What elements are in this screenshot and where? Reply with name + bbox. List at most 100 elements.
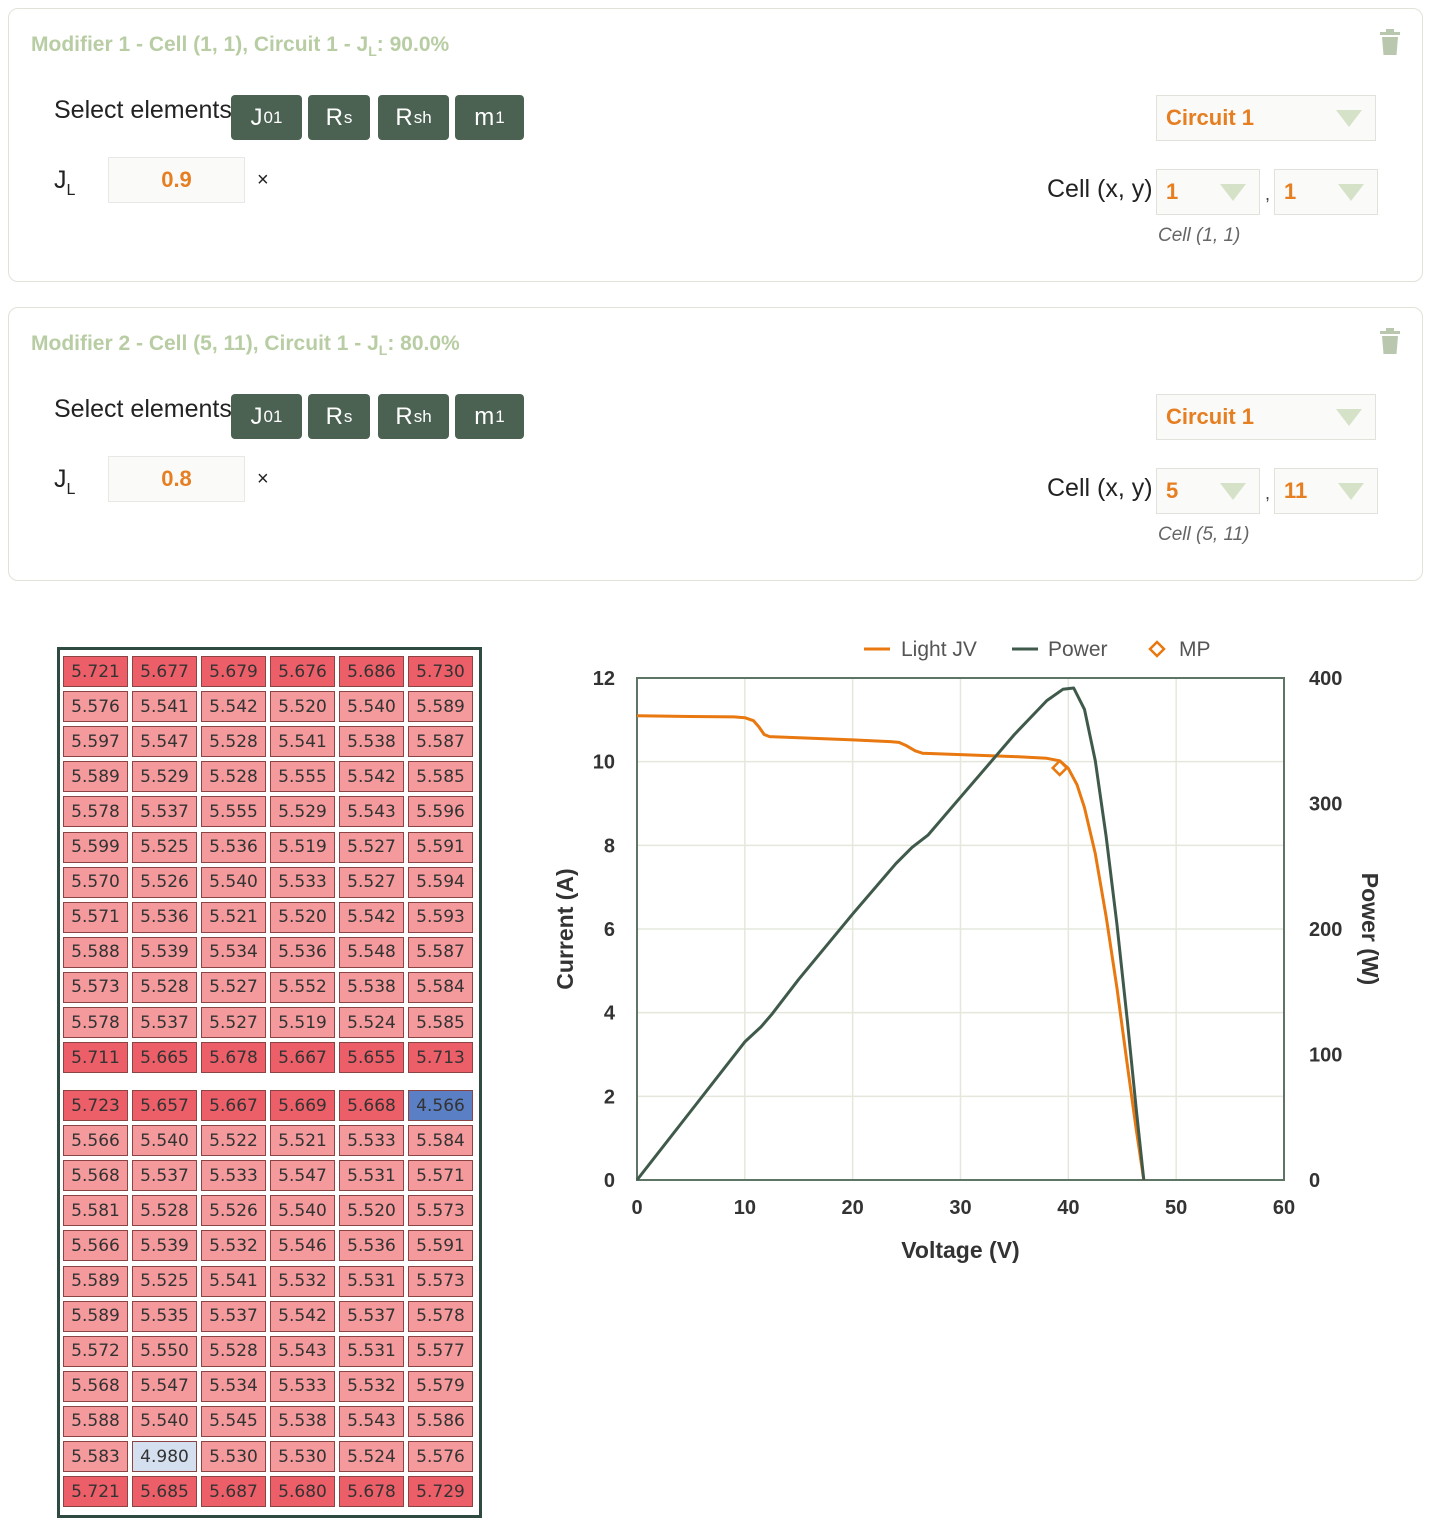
grid-cell: 5.729 <box>408 1476 473 1508</box>
grid-cell: 5.677 <box>132 656 197 687</box>
grid-cell: 5.593 <box>408 901 473 933</box>
grid-cell: 5.547 <box>132 1370 197 1402</box>
jl-value-input[interactable]: 0.9 <box>108 157 245 203</box>
grid-cell: 5.537 <box>132 1160 197 1192</box>
grid-cell: 5.527 <box>339 866 404 898</box>
grid-cell: 5.540 <box>201 866 266 898</box>
cell-current-grid: 5.721 5.677 5.679 5.676 5.686 5.730 5.576 5.541… <box>57 647 482 1518</box>
grid-cell: 5.537 <box>132 796 197 828</box>
chevron-down-icon <box>1336 110 1362 127</box>
grid-cell: 5.533 <box>339 1125 404 1157</box>
grid-cell: 5.533 <box>201 1160 266 1192</box>
mp-marker <box>1050 759 1069 777</box>
grid-cell: 5.685 <box>132 1476 197 1508</box>
grid-cell: 5.581 <box>63 1195 128 1227</box>
grid-cell: 5.599 <box>63 831 128 863</box>
y-tick-label: 10 <box>593 752 615 774</box>
grid-cell: 5.533 <box>270 866 335 898</box>
grid-cell: 5.532 <box>201 1230 266 1262</box>
modifier-panel: Modifier 1 - Cell (1, 1), Circuit 1 - JL… <box>8 8 1423 282</box>
trash-icon[interactable] <box>1380 328 1400 354</box>
grid-cell: 5.524 <box>339 1441 404 1472</box>
x-tick-label: 10 <box>734 1197 756 1219</box>
element-button[interactable]: J 01 <box>231 394 302 439</box>
legend-label-mp: MP <box>1179 638 1211 661</box>
grid-cell: 5.529 <box>132 761 197 793</box>
grid-cell: 5.552 <box>270 971 335 1003</box>
grid-cell: 5.539 <box>132 1230 197 1262</box>
grid-cell: 5.679 <box>201 656 266 687</box>
grid-cell: 5.589 <box>63 1265 128 1297</box>
grid-cell: 5.568 <box>63 1370 128 1402</box>
grid-cell: 5.526 <box>132 866 197 898</box>
grid-cell: 5.576 <box>408 1441 473 1472</box>
grid-cell: 5.537 <box>132 1007 197 1038</box>
element-button[interactable]: J 01 <box>231 95 302 140</box>
element-button[interactable]: m1 <box>455 95 524 140</box>
grid-cell: 5.585 <box>408 761 473 793</box>
grid-cell: 5.555 <box>270 761 335 793</box>
jl-label: JL <box>54 465 76 498</box>
grid-cell: 5.532 <box>270 1265 335 1297</box>
grid-cell: 5.532 <box>339 1370 404 1402</box>
grid-cell: 5.667 <box>201 1090 266 1121</box>
grid-cell: 5.555 <box>201 796 266 828</box>
grid-cell: 5.531 <box>339 1335 404 1367</box>
cell-hint: Cell (5, 11) <box>1158 524 1250 545</box>
cell-y-select[interactable]: 11 <box>1274 468 1378 514</box>
grid-cell: 5.583 <box>63 1441 128 1472</box>
element-button[interactable]: Rs <box>308 394 370 439</box>
element-button[interactable]: Rsh <box>378 394 449 439</box>
grid-cell: 5.542 <box>270 1300 335 1332</box>
x-tick-label: 60 <box>1273 1197 1295 1219</box>
y-tick-label: 0 <box>604 1170 615 1192</box>
element-button[interactable]: Rsh <box>378 95 449 140</box>
x-tick-label: 20 <box>842 1197 864 1219</box>
grid-cell: 5.573 <box>408 1265 473 1297</box>
trash-icon[interactable] <box>1380 29 1400 55</box>
chevron-down-icon <box>1338 184 1364 201</box>
grid-cell: 5.530 <box>201 1441 266 1472</box>
element-button[interactable]: m1 <box>455 394 524 439</box>
y-tick-label: 2 <box>604 1086 615 1108</box>
grid-cell: 5.578 <box>63 796 128 828</box>
cell-x-select[interactable]: 5 <box>1156 468 1260 514</box>
jl-label: JL <box>54 166 76 199</box>
grid-cell: 5.589 <box>408 691 473 723</box>
grid-cell: 5.572 <box>63 1335 128 1367</box>
grid-cell: 5.528 <box>201 726 266 758</box>
grid-cell: 5.655 <box>339 1042 404 1074</box>
grid-cell: 5.566 <box>63 1230 128 1262</box>
grid-cell: 5.547 <box>132 726 197 758</box>
grid-cell: 5.519 <box>270 831 335 863</box>
grid-cell: 5.534 <box>201 1370 266 1402</box>
grid-cell: 5.526 <box>201 1195 266 1227</box>
circuit-select[interactable]: Circuit 1 <box>1156 394 1376 440</box>
grid-cell: 5.542 <box>201 691 266 723</box>
x-tick-label: 0 <box>631 1197 642 1219</box>
grid-cell: 5.680 <box>270 1476 335 1508</box>
cell-xy-label: Cell (x, y) <box>1047 474 1153 502</box>
grid-cell: 5.525 <box>132 831 197 863</box>
grid-cell: 5.721 <box>63 656 128 687</box>
grid-cell: 5.536 <box>270 936 335 968</box>
grid-cell: 5.591 <box>408 831 473 863</box>
y2-tick-label: 300 <box>1309 794 1342 816</box>
grid-cell: 5.668 <box>339 1090 404 1121</box>
circuit-select[interactable]: Circuit 1 <box>1156 95 1376 141</box>
grid-cell: 5.527 <box>201 971 266 1003</box>
modifier-panel: Modifier 2 - Cell (5, 11), Circuit 1 - J… <box>8 307 1423 581</box>
grid-cell: 5.545 <box>201 1405 266 1437</box>
cell-x-select[interactable]: 1 <box>1156 169 1260 215</box>
jl-value-input[interactable]: 0.8 <box>108 456 245 502</box>
grid-cell: 5.594 <box>408 866 473 898</box>
y2-tick-label: 200 <box>1309 919 1342 941</box>
grid-cell: 5.528 <box>132 971 197 1003</box>
grid-cell: 5.540 <box>132 1125 197 1157</box>
grid-cell: 5.669 <box>270 1090 335 1121</box>
element-button[interactable]: Rs <box>308 95 370 140</box>
y-axis-label: Current (A) <box>552 868 578 989</box>
x-axis-label: Voltage (V) <box>901 1237 1019 1263</box>
cell-y-select[interactable]: 1 <box>1274 169 1378 215</box>
grid-cell: 5.597 <box>63 726 128 758</box>
